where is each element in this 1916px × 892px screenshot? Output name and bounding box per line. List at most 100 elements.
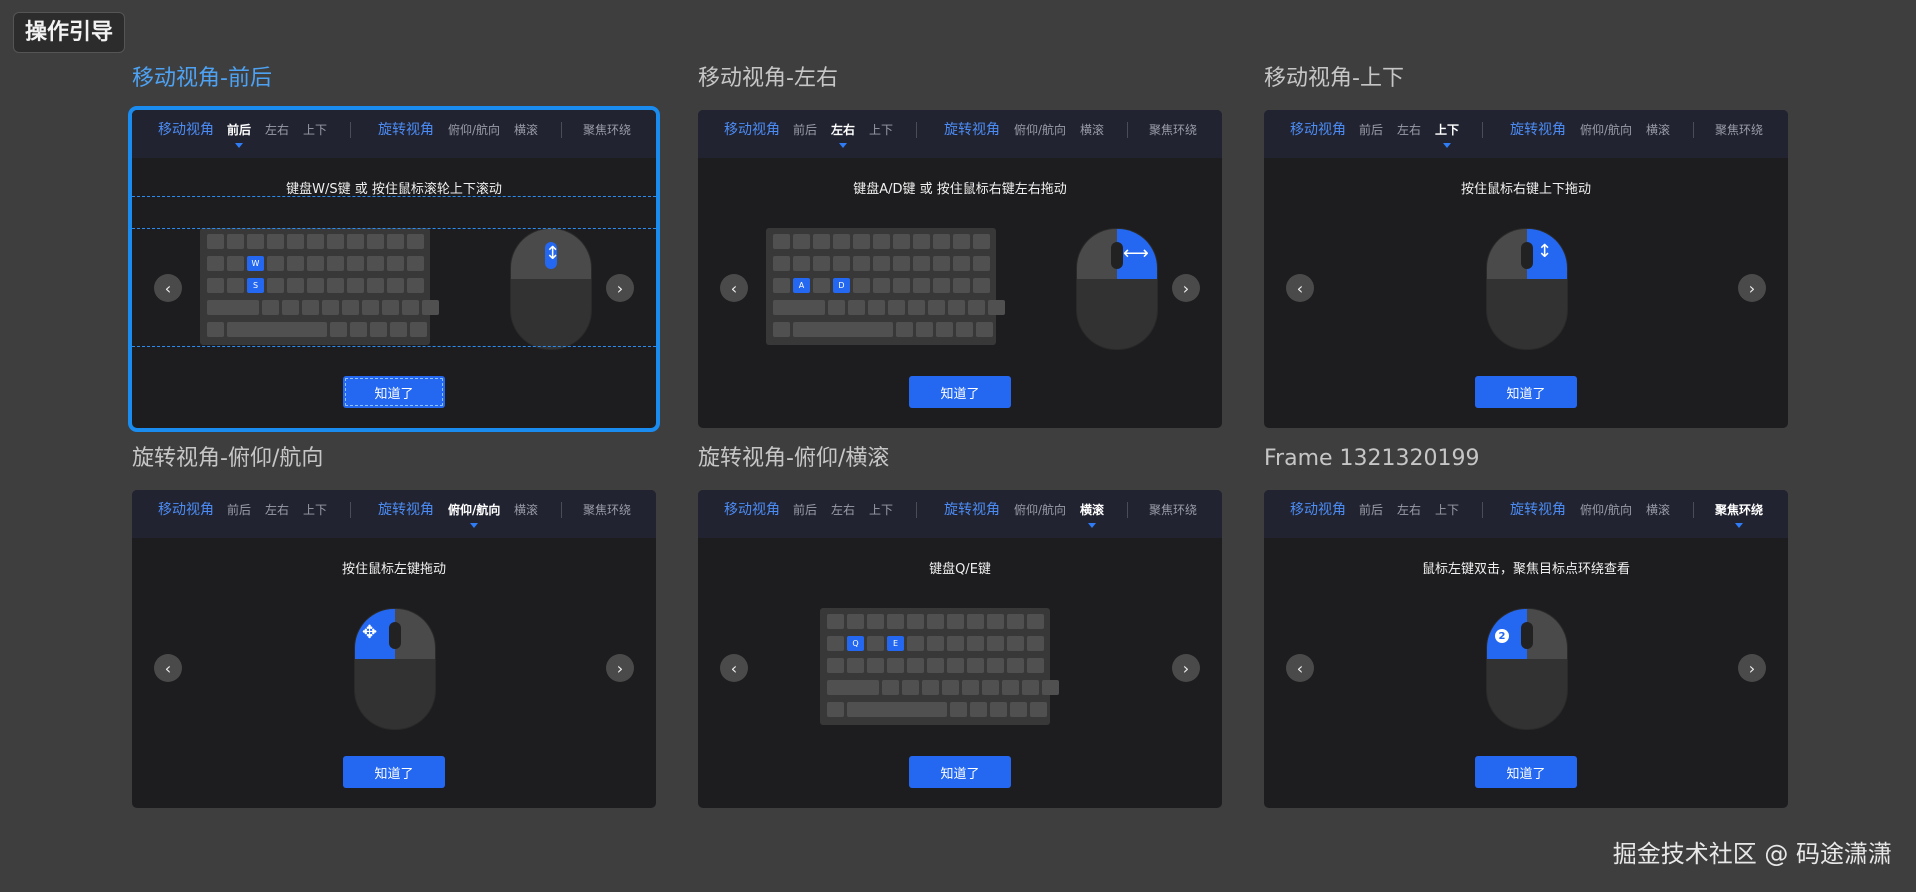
tab-move-group[interactable]: 移动视角	[724, 122, 780, 139]
keyboard-key	[882, 680, 899, 695]
chevron-left-icon[interactable]: ‹	[154, 274, 182, 302]
chevron-right-icon[interactable]: ›	[1172, 274, 1200, 302]
keyboard-key	[267, 256, 284, 271]
keyboard-key-highlighted: A	[793, 278, 810, 293]
keyboard-key	[773, 278, 790, 293]
keyboard-key	[907, 658, 924, 673]
tab-bar: 移动视角 前后 左右 上下 旋转视角 俯仰/航向 横滚 聚焦环绕	[1264, 490, 1788, 538]
tab-up-down[interactable]: 上下	[303, 503, 327, 518]
chevron-left-icon[interactable]: ‹	[1286, 274, 1314, 302]
tab-front-back[interactable]: 前后	[1359, 123, 1383, 138]
tab-roll[interactable]: 横滚	[1646, 503, 1670, 518]
tab-left-right[interactable]: 左右	[831, 123, 855, 148]
keyboard-key	[933, 256, 950, 271]
tab-orbit[interactable]: 聚焦环绕	[1715, 503, 1763, 528]
tab-front-back[interactable]: 前后	[227, 123, 251, 148]
chevron-left-icon[interactable]: ‹	[720, 654, 748, 682]
got-it-button[interactable]: 知道了	[343, 756, 445, 788]
chevron-left-icon[interactable]: ‹	[1286, 654, 1314, 682]
tab-front-back[interactable]: 前后	[793, 503, 817, 518]
keyboard-key	[982, 680, 999, 695]
tab-orbit[interactable]: 聚焦环绕	[583, 123, 631, 138]
tab-front-back[interactable]: 前后	[227, 503, 251, 518]
selection-guide-line	[132, 228, 656, 229]
chevron-right-icon[interactable]: ›	[606, 274, 634, 302]
tab-roll[interactable]: 横滚	[1080, 503, 1104, 528]
keyboard-key	[302, 300, 319, 315]
tab-left-right[interactable]: 左右	[265, 503, 289, 518]
tab-rotate-group[interactable]: 旋转视角	[1510, 502, 1566, 519]
tab-pitch-yaw[interactable]: 俯仰/航向	[1014, 123, 1066, 138]
tab-move-group[interactable]: 移动视角	[1290, 502, 1346, 519]
tab-orbit[interactable]: 聚焦环绕	[1715, 123, 1763, 138]
keyboard-key	[968, 300, 985, 315]
tab-roll[interactable]: 横滚	[514, 123, 538, 138]
tab-left-right[interactable]: 左右	[1397, 503, 1421, 518]
keyboard-key	[987, 614, 1004, 629]
tab-left-right[interactable]: 左右	[831, 503, 855, 518]
keyboard-illustration: WS	[200, 228, 439, 345]
tab-orbit[interactable]: 聚焦环绕	[1149, 123, 1197, 138]
tab-roll[interactable]: 横滚	[1646, 123, 1670, 138]
tab-rotate-group[interactable]: 旋转视角	[1510, 122, 1566, 139]
keyboard-key	[927, 658, 944, 673]
chevron-left-icon[interactable]: ‹	[154, 654, 182, 682]
got-it-button[interactable]: 知道了	[909, 756, 1011, 788]
tab-roll[interactable]: 横滚	[514, 503, 538, 518]
tab-front-back[interactable]: 前后	[1359, 503, 1383, 518]
frame-title: 移动视角-前后	[132, 66, 272, 91]
tab-rotate-group[interactable]: 旋转视角	[944, 502, 1000, 519]
tab-rotate-group[interactable]: 旋转视角	[944, 122, 1000, 139]
tab-up-down[interactable]: 上下	[1435, 123, 1459, 148]
frame-title: 旋转视角-俯仰/横滚	[698, 446, 890, 471]
keyboard-key	[307, 278, 324, 293]
chevron-right-icon[interactable]: ›	[606, 654, 634, 682]
tab-left-right[interactable]: 左右	[265, 123, 289, 138]
tab-pitch-yaw[interactable]: 俯仰/航向	[1014, 503, 1066, 518]
mouse-right-button	[395, 609, 435, 659]
got-it-button[interactable]: 知道了	[1475, 756, 1577, 788]
tab-move-group[interactable]: 移动视角	[158, 122, 214, 139]
guide-card: 移动视角 前后 左右 上下 旋转视角 俯仰/航向 横滚 聚焦环绕 鼠标左键双击，聚焦目标点环绕查…	[1264, 490, 1788, 808]
tab-pitch-yaw[interactable]: 俯仰/航向	[448, 123, 500, 138]
got-it-button[interactable]: 知道了	[343, 376, 445, 408]
keyboard-key	[813, 278, 830, 293]
tab-front-back[interactable]: 前后	[793, 123, 817, 138]
tab-rotate-group[interactable]: 旋转视角	[378, 122, 434, 139]
chevron-left-icon[interactable]: ‹	[720, 274, 748, 302]
tab-roll[interactable]: 横滚	[1080, 123, 1104, 138]
keyboard-key	[347, 234, 364, 249]
got-it-button[interactable]: 知道了	[909, 376, 1011, 408]
tab-pitch-yaw[interactable]: 俯仰/航向	[1580, 123, 1632, 138]
keyboard-key	[367, 278, 384, 293]
page-title: 操作引导	[13, 12, 126, 54]
keyboard-key	[967, 636, 984, 651]
tab-up-down[interactable]: 上下	[1435, 503, 1459, 518]
keyboard-key-highlighted: Q	[847, 636, 864, 651]
keyboard-key	[382, 300, 399, 315]
keyboard-key	[868, 300, 885, 315]
keyboard-key	[793, 256, 810, 271]
tab-rotate-group[interactable]: 旋转视角	[378, 502, 434, 519]
tab-move-group[interactable]: 移动视角	[724, 502, 780, 519]
frame-title: 旋转视角-俯仰/航向	[132, 446, 324, 471]
tab-move-group[interactable]: 移动视角	[1290, 122, 1346, 139]
tab-move-group[interactable]: 移动视角	[158, 502, 214, 519]
chevron-right-icon[interactable]: ›	[1172, 654, 1200, 682]
keyboard-key	[387, 256, 404, 271]
keyboard-key	[1022, 680, 1039, 695]
tab-separator	[1127, 502, 1128, 518]
tab-left-right[interactable]: 左右	[1397, 123, 1421, 138]
tab-orbit[interactable]: 聚焦环绕	[1149, 503, 1197, 518]
got-it-button[interactable]: 知道了	[1475, 376, 1577, 408]
tab-up-down[interactable]: 上下	[869, 123, 893, 138]
tab-pitch-yaw[interactable]: 俯仰/航向	[448, 503, 500, 528]
tab-pitch-yaw[interactable]: 俯仰/航向	[1580, 503, 1632, 518]
chevron-right-icon[interactable]: ›	[1738, 274, 1766, 302]
tab-up-down[interactable]: 上下	[303, 123, 327, 138]
tab-orbit[interactable]: 聚焦环绕	[583, 503, 631, 518]
tab-up-down[interactable]: 上下	[869, 503, 893, 518]
mouse-wheel	[1111, 242, 1123, 269]
chevron-right-icon[interactable]: ›	[1738, 654, 1766, 682]
keyboard-key	[907, 614, 924, 629]
